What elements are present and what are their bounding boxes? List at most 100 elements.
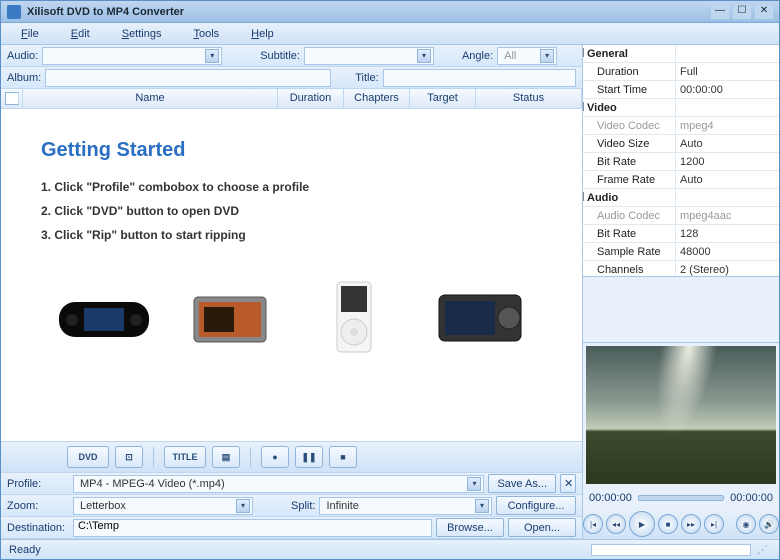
destination-input[interactable]: C:\Temp xyxy=(73,519,432,537)
step-1: 1. Click "Profile" combobox to choose a … xyxy=(41,180,542,194)
snapshot-button[interactable]: ◉ xyxy=(736,514,756,534)
split-label: Split: xyxy=(291,500,315,512)
collapse-icon[interactable]: - xyxy=(583,192,584,201)
zoom-label: Zoom: xyxy=(7,500,69,512)
seek-bar[interactable] xyxy=(638,495,724,501)
title-label: Title: xyxy=(355,72,378,84)
title-input[interactable] xyxy=(383,69,576,87)
device-camera-icon xyxy=(179,282,279,352)
chevron-down-icon: ▾ xyxy=(540,49,554,63)
section-video: Video xyxy=(587,102,617,114)
status-bar: Ready ⋰ xyxy=(1,539,779,559)
menu-edit[interactable]: Edit xyxy=(61,25,100,43)
angle-label: Angle: xyxy=(462,50,493,62)
prop-audio-bitrate[interactable]: Bit Rate128 xyxy=(583,225,779,243)
select-all-checkbox[interactable] xyxy=(5,92,19,105)
collapse-icon[interactable]: - xyxy=(583,102,584,111)
device-pmp-icon xyxy=(429,282,529,352)
title-button[interactable]: TITLE xyxy=(164,446,206,468)
prop-video-codec[interactable]: Video Codecmpeg4 xyxy=(583,117,779,135)
zoom-combo[interactable]: Letterbox▾ xyxy=(73,497,253,515)
prop-video-bitrate[interactable]: Bit Rate1200 xyxy=(583,153,779,171)
save-as-button[interactable]: Save As... xyxy=(488,474,556,493)
play-button[interactable]: ▶ xyxy=(629,511,655,537)
album-label: Album: xyxy=(7,72,41,84)
resize-grip-icon[interactable]: ⋰ xyxy=(757,543,771,557)
profile-combo[interactable]: MP4 - MPEG-4 Video (*.mp4)▾ xyxy=(73,475,484,493)
preview-pane xyxy=(586,346,776,484)
time-total: 00:00:00 xyxy=(730,492,773,504)
album-input[interactable] xyxy=(45,69,331,87)
collapse-icon[interactable]: - xyxy=(583,48,584,57)
chevron-down-icon: ▾ xyxy=(467,477,481,491)
next-button[interactable]: ▸| xyxy=(704,514,724,534)
time-current: 00:00:00 xyxy=(589,492,632,504)
toolbar: DVD ⊡ TITLE ▤ ● ❚❚ ■ xyxy=(1,441,582,473)
stop-button[interactable]: ■ xyxy=(329,446,357,468)
menu-tools[interactable]: Tools xyxy=(183,25,229,43)
prop-duration[interactable]: DurationFull xyxy=(583,63,779,81)
prop-video-size[interactable]: Video SizeAuto xyxy=(583,135,779,153)
prop-frame-rate[interactable]: Frame RateAuto xyxy=(583,171,779,189)
step-3: 3. Click "Rip" button to start ripping xyxy=(41,228,542,242)
prop-audio-codec[interactable]: Audio Codecmpeg4aac xyxy=(583,207,779,225)
chevron-down-icon: ▾ xyxy=(205,49,219,63)
menu-file[interactable]: File xyxy=(11,25,49,43)
prev-button[interactable]: |◂ xyxy=(583,514,603,534)
chevron-down-icon: ▾ xyxy=(475,499,489,513)
progress-bar xyxy=(591,544,751,556)
configure-button[interactable]: Configure... xyxy=(496,496,576,515)
section-audio: Audio xyxy=(587,192,618,204)
col-status[interactable]: Status xyxy=(476,89,582,108)
chevron-down-icon: ▾ xyxy=(236,499,250,513)
delete-profile-button[interactable]: ✕ xyxy=(560,474,576,493)
properties-panel: -General DurationFull Start Time00:00:00… xyxy=(583,45,779,277)
ifo-button[interactable]: ⊡ xyxy=(115,446,143,468)
angle-combo[interactable]: All▾ xyxy=(497,47,557,65)
pause-button[interactable]: ❚❚ xyxy=(295,446,323,468)
menu-settings[interactable]: Settings xyxy=(112,25,172,43)
device-psp-icon xyxy=(54,282,154,352)
volume-button[interactable]: 🔊 xyxy=(759,514,779,534)
app-icon xyxy=(7,5,21,19)
col-name[interactable]: Name xyxy=(23,89,278,108)
menubar: File Edit Settings Tools Help xyxy=(1,23,779,45)
col-duration[interactable]: Duration xyxy=(278,89,344,108)
audio-label: Audio: xyxy=(7,50,38,62)
subtitle-label: Subtitle: xyxy=(260,50,300,62)
profile-label: Profile: xyxy=(7,478,69,490)
maximize-button[interactable]: ☐ xyxy=(733,5,751,19)
forward-button[interactable]: ▸▸ xyxy=(681,514,701,534)
device-ipod-icon xyxy=(304,282,404,352)
content-area: Getting Started 1. Click "Profile" combo… xyxy=(1,109,582,441)
timeline: 00:00:00 00:00:00 xyxy=(583,487,779,509)
step-2: 2. Click "DVD" button to open DVD xyxy=(41,204,542,218)
menu-help[interactable]: Help xyxy=(241,25,284,43)
chevron-down-icon: ▾ xyxy=(417,49,431,63)
app-title: Xilisoft DVD to MP4 Converter xyxy=(27,6,707,18)
close-button[interactable]: ✕ xyxy=(755,5,773,19)
section-general: General xyxy=(587,48,628,60)
col-target[interactable]: Target xyxy=(410,89,476,108)
col-chapters[interactable]: Chapters xyxy=(344,89,410,108)
prop-channels[interactable]: Channels2 (Stereo) xyxy=(583,261,779,277)
prop-sample-rate[interactable]: Sample Rate48000 xyxy=(583,243,779,261)
dvd-button[interactable]: DVD xyxy=(67,446,109,468)
stop-playback-button[interactable]: ■ xyxy=(658,514,678,534)
prop-start-time[interactable]: Start Time00:00:00 xyxy=(583,81,779,99)
chapter-button[interactable]: ▤ xyxy=(212,446,240,468)
destination-label: Destination: xyxy=(7,522,69,534)
open-button[interactable]: Open... xyxy=(508,518,576,537)
audio-combo[interactable]: ▾ xyxy=(42,47,222,65)
subtitle-combo[interactable]: ▾ xyxy=(304,47,434,65)
minimize-button[interactable]: — xyxy=(711,5,729,19)
rip-button[interactable]: ● xyxy=(261,446,289,468)
rewind-button[interactable]: ◂◂ xyxy=(606,514,626,534)
split-combo[interactable]: Infinite▾ xyxy=(319,497,492,515)
getting-started-heading: Getting Started xyxy=(41,139,542,162)
browse-button[interactable]: Browse... xyxy=(436,518,504,537)
titlebar: Xilisoft DVD to MP4 Converter — ☐ ✕ xyxy=(1,1,779,23)
playback-controls: |◂ ◂◂ ▶ ■ ▸▸ ▸| ◉ 🔊 xyxy=(583,509,779,539)
list-header: Name Duration Chapters Target Status xyxy=(1,89,582,109)
property-description xyxy=(583,277,779,343)
